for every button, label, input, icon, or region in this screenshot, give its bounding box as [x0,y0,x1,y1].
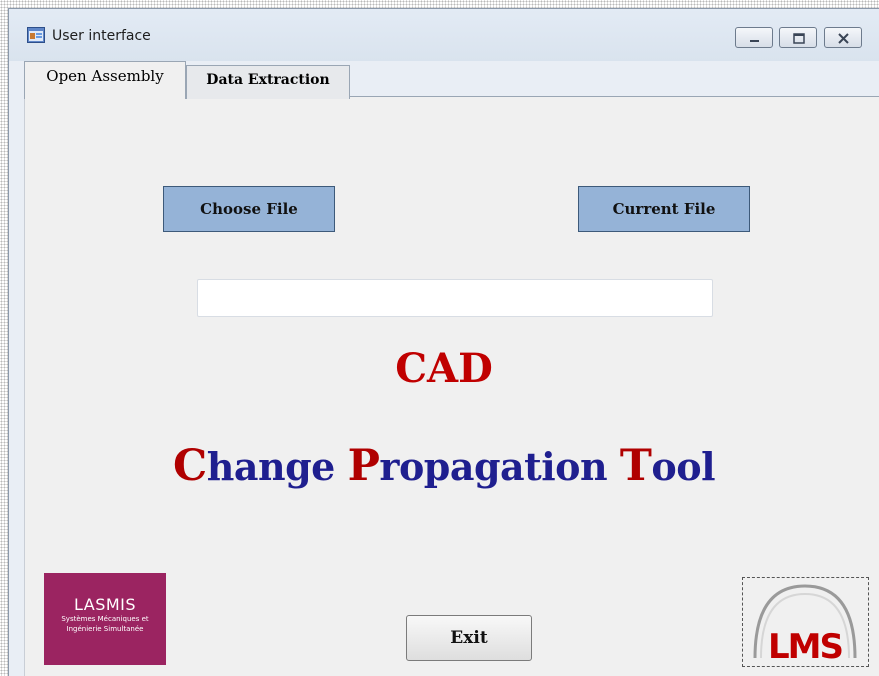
current-file-button[interactable]: Current File [578,186,750,232]
lms-logo-graphic: LMS [753,584,857,667]
tab-open-assembly[interactable]: Open Assembly [24,61,186,99]
tool-title-propagation: ropagation [379,444,620,489]
minimize-icon [750,40,759,42]
close-icon [838,33,849,44]
app-window: User interface Choose File Current File … [8,8,879,676]
open-assembly-panel: Choose File Current File CAD Change Prop… [24,96,879,676]
app-window-icon [27,27,45,43]
tool-title-c: C [172,441,207,491]
maximize-button[interactable] [779,27,817,48]
tool-title: Change Propagation Tool [25,441,863,491]
cad-title: CAD [395,345,493,392]
screen-border-left [0,0,8,676]
tool-title-p: P [347,441,380,491]
exit-button[interactable]: Exit [406,615,532,661]
file-path-field[interactable] [197,279,713,317]
choose-file-button[interactable]: Choose File [163,186,335,232]
tool-title-tool: ool [651,444,716,489]
lasmis-logo-name: LASMIS [73,595,137,614]
lms-logo-text: LMS [768,627,842,666]
lasmis-logo-line1: Systèmes Mécaniques et [61,615,149,623]
maximize-icon [793,33,805,44]
tool-title-t: T [619,441,652,491]
close-button[interactable] [824,27,862,48]
lms-logo: LMS [742,577,869,667]
tab-data-extraction[interactable]: Data Extraction [186,65,350,99]
minimize-button[interactable] [735,27,773,48]
screen-border-top [0,0,879,8]
lasmis-logo-line2: Ingénierie Simultanée [66,625,144,633]
tool-title-change: hange [206,444,348,489]
title-bar[interactable]: User interface [9,9,879,61]
window-title: User interface [52,28,151,44]
lasmis-logo: LASMIS Systèmes Mécaniques et Ingénierie… [44,573,166,665]
